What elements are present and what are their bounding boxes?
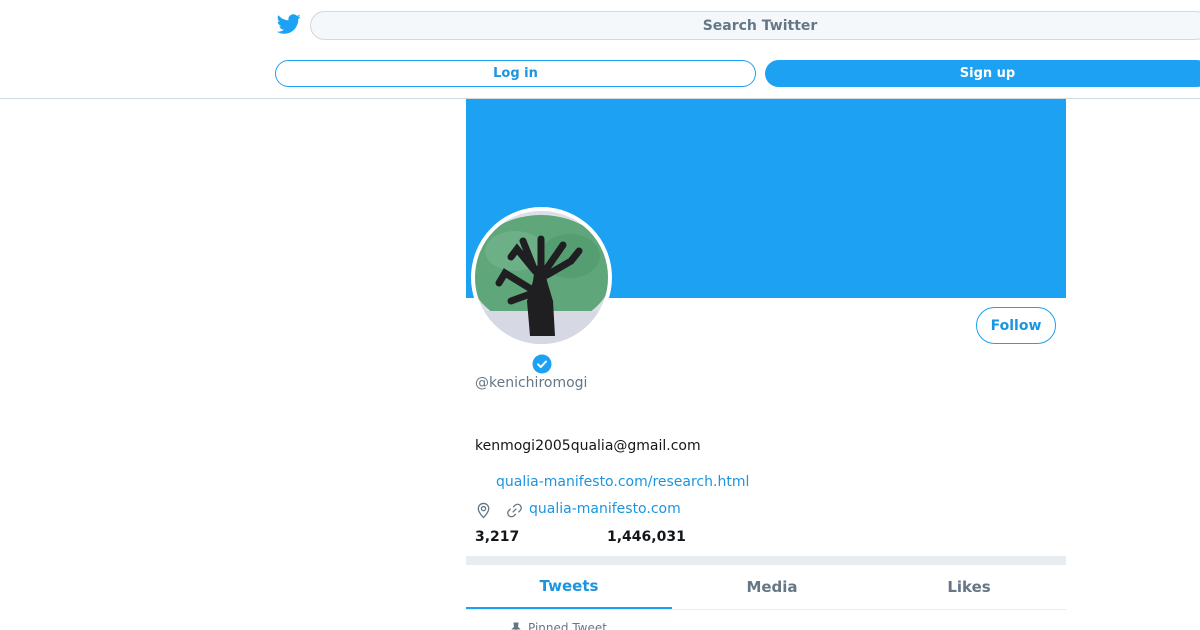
profile-tabs: Tweets Media Likes [466,565,1066,610]
pinned-tweet-label: Pinned Tweet [510,621,607,630]
website-link[interactable]: qualia-manifesto.com [529,501,681,517]
top-bar: Search Twitter Log in Sign up [0,0,1200,99]
avatar[interactable] [471,207,612,348]
bio-link[interactable]: qualia-manifesto.com/research.html [496,474,749,490]
signup-button[interactable]: Sign up [765,60,1200,87]
tab-tweets[interactable]: Tweets [466,565,672,609]
profile-bio: kenmogi2005qualia@gmail.com [475,438,701,454]
tab-media[interactable]: Media [672,565,872,609]
location-pin-icon [477,502,490,519]
search-input[interactable]: Search Twitter [310,11,1200,40]
tab-likes[interactable]: Likes [872,565,1066,609]
pinned-text: Pinned Tweet [528,621,607,630]
link-icon [507,503,522,518]
section-divider [466,556,1066,565]
following-count[interactable]: 3,217 [475,529,519,545]
search-placeholder: Search Twitter [702,17,818,34]
twitter-bird-icon[interactable] [277,12,301,36]
verified-badge-icon [532,354,552,374]
avatar-image [475,211,608,344]
profile-handle[interactable]: @kenichiromogi [475,375,587,391]
login-button[interactable]: Log in [275,60,756,87]
followers-count[interactable]: 1,446,031 [607,529,686,545]
pin-icon [511,622,521,630]
follow-button[interactable]: Follow [976,307,1056,344]
